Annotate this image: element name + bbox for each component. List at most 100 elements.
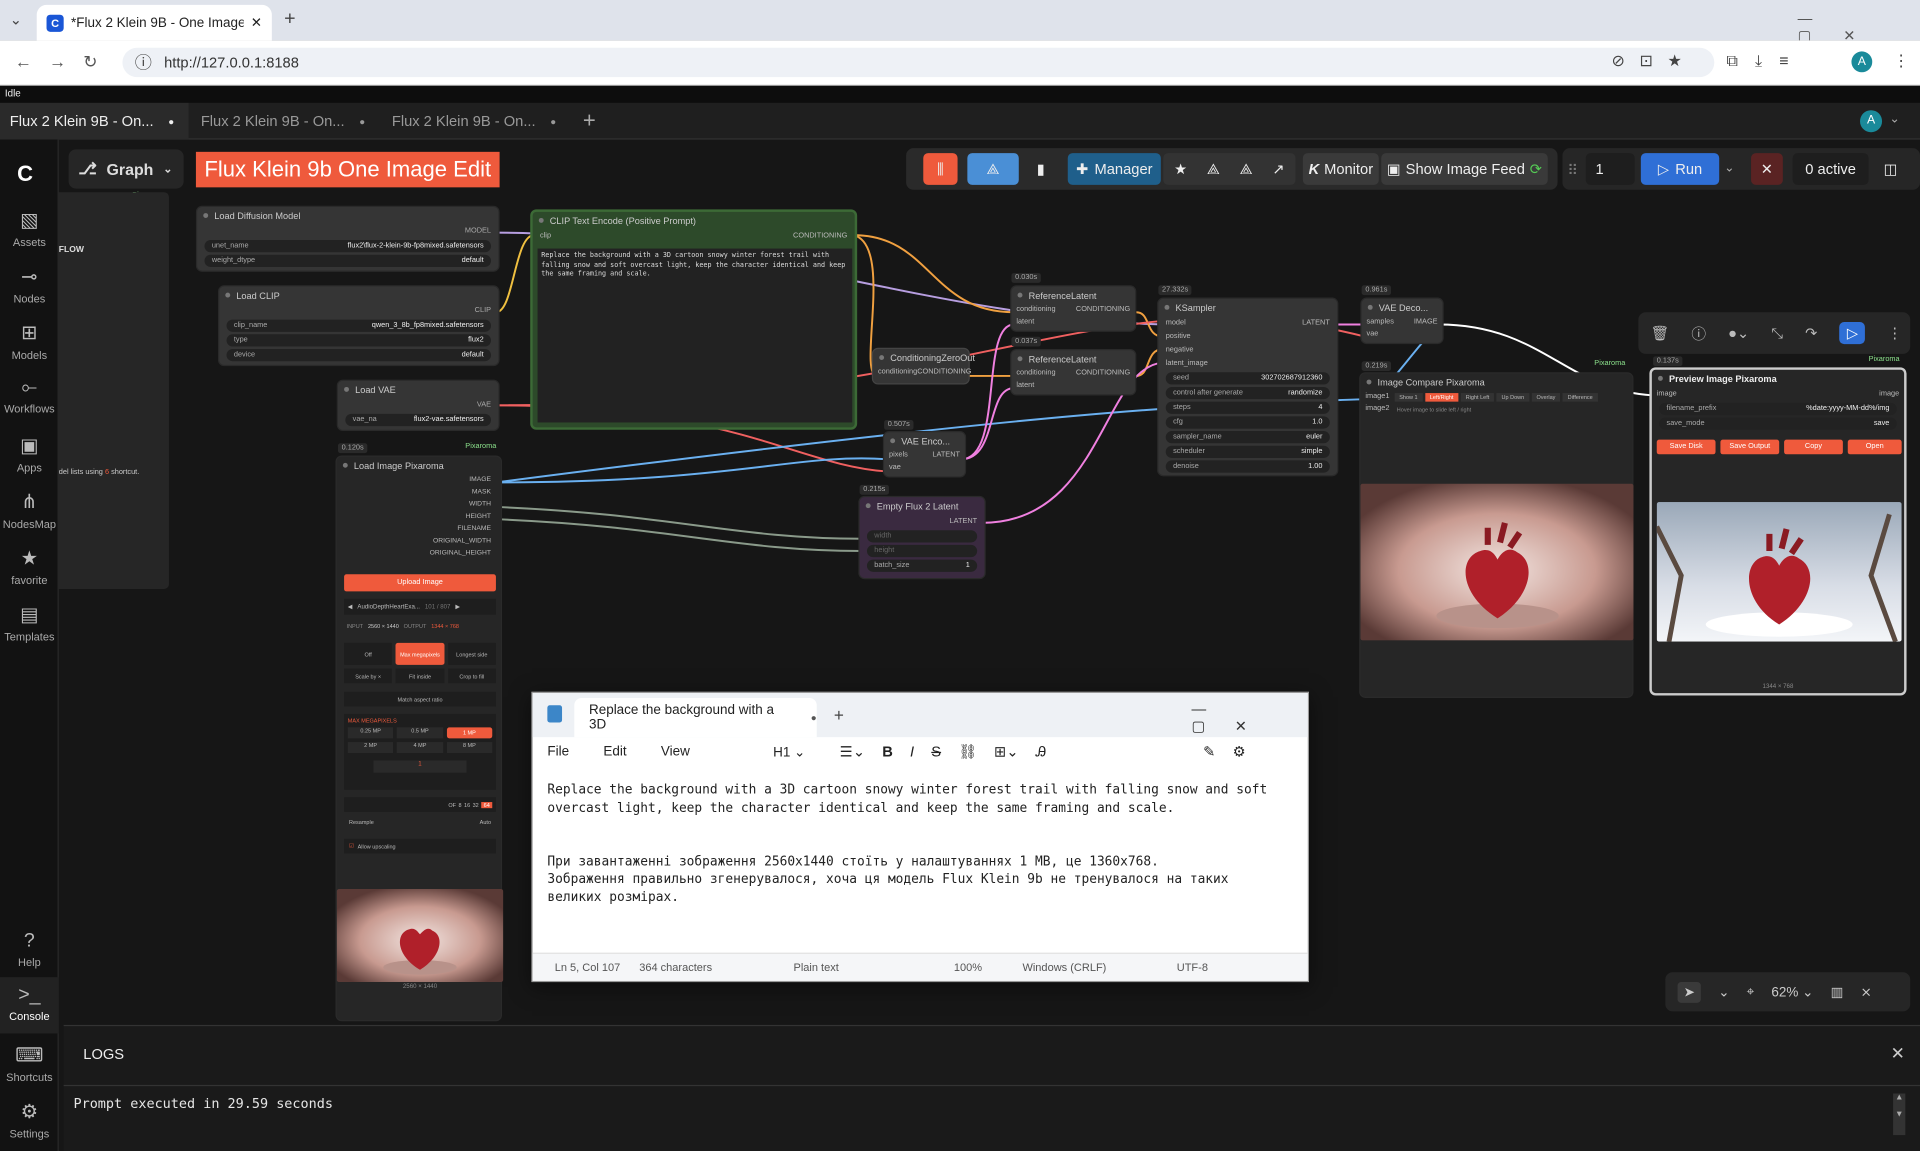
logs-scrollbar[interactable]: ▲ ▼ (1893, 1093, 1906, 1136)
copy-button[interactable]: Copy (1784, 439, 1843, 455)
notepad-icon (547, 705, 563, 723)
node-conditioning-zero-out[interactable]: ConditioningZeroOut conditioning CONDITIO… (871, 347, 975, 385)
node-empty-flux2-latent[interactable]: Empty Flux 2 Latent LATENT width height … (858, 495, 986, 580)
select-tool-icon[interactable]: ➤ (1677, 981, 1702, 1003)
node-clip-text-encode[interactable]: CLIP Text Encode (Positive Prompt) clip C… (530, 209, 858, 430)
node-load-image-pixaroma[interactable]: Load Image Pixaroma IMAGE MASK WIDTH HEIGHT… (335, 455, 504, 1022)
output-label: CONDITIONING (1075, 306, 1131, 314)
settings-icon[interactable]: ⚙ (1233, 743, 1246, 760)
menu-edit[interactable]: Edit (603, 744, 626, 759)
node-vae-encode[interactable]: VAE Enco... pixels LATENT vae (882, 431, 967, 478)
notepad-tab[interactable]: Replace the background with a 3D ● (574, 697, 817, 738)
compare-image[interactable] (1360, 483, 1634, 641)
scheduler-widget[interactable]: scheduler simple (1165, 445, 1330, 458)
sampler-name-widget[interactable]: sampler_name euler (1165, 431, 1330, 444)
node-vae-decode[interactable]: VAE Deco... samples IMAGE vae (1360, 297, 1444, 345)
zoom-level[interactable]: 62% ⌄ (1771, 984, 1813, 1000)
preview-image[interactable] (1656, 502, 1902, 642)
info-icon[interactable]: ⓘ (1691, 323, 1706, 344)
vae-name-widget[interactable]: vae_na flux2-vae.safetensors (345, 413, 492, 427)
time-badge: 0.507s (884, 420, 914, 430)
tool-dropdown-icon[interactable]: ⌄ (1718, 984, 1729, 1000)
megapixel-value-input[interactable]: 1 (373, 760, 467, 773)
link-icon[interactable]: ⛓ (958, 743, 977, 761)
node-load-vae[interactable]: Load VAE VAE vae_na flux2-vae.safetensors (336, 379, 500, 432)
upload-image-button[interactable]: Upload Image (344, 574, 496, 592)
match-aspect-button[interactable]: Match aspect ratio (344, 691, 496, 707)
strikethrough-icon[interactable]: S (931, 743, 941, 761)
input-label: clip (540, 232, 552, 241)
mode-crop-to-fill[interactable]: Crop to fill (447, 668, 496, 684)
prompt-textarea[interactable]: Replace the background with a 3D cartoon… (537, 248, 853, 423)
output-list: IMAGE MASK WIDTH HEIGHT FILENAME ORIGINAL_WID… (429, 476, 492, 558)
bold-icon[interactable]: B (882, 743, 893, 761)
clip-type-widget[interactable]: type flux2 (226, 334, 492, 347)
next-file-icon[interactable]: ▶ (455, 603, 460, 610)
mode-scale-by[interactable]: Scale by × (344, 668, 393, 684)
color-icon[interactable]: ●⌄ (1728, 324, 1749, 341)
control-after-generate-widget[interactable]: control after generate randomize (1165, 386, 1330, 400)
menu-view[interactable]: View (661, 744, 690, 759)
run-node-icon[interactable]: ▷ (1839, 322, 1866, 345)
more-icon[interactable]: ⋮ (1888, 324, 1903, 341)
height-widget[interactable]: height (866, 544, 978, 558)
filename-prefix-widget[interactable]: filename_prefix %date:yyyy-MM-dd%/img (1659, 402, 1897, 416)
width-widget[interactable]: width (866, 530, 978, 543)
allow-upscaling-checkbox[interactable]: ☑ Allow upscaling (344, 838, 496, 854)
minimap-icon[interactable]: ▥ (1831, 984, 1844, 1000)
multiple-of-selector[interactable]: OF 8 16 32 64 (344, 797, 496, 812)
cfg-widget[interactable]: cfg 1.0 (1165, 416, 1330, 429)
steps-widget[interactable]: steps 4 (1165, 401, 1330, 414)
image-link-1 (495, 457, 887, 484)
redo-icon[interactable]: ↷ (1805, 324, 1817, 341)
resample-widget[interactable]: Resample Auto (344, 819, 496, 831)
node-ksampler[interactable]: KSampler model LATENT positive negative l… (1157, 297, 1339, 477)
input-label: pixels (888, 451, 908, 460)
output-label: CONDITIONING (917, 368, 972, 376)
menu-file[interactable]: File (547, 744, 569, 759)
table-icon[interactable]: ⊞⌄ (994, 743, 1019, 761)
copilot-icon[interactable]: ✎ (1203, 743, 1215, 760)
output-label: CLIP (474, 307, 492, 315)
node-preview-image[interactable]: Preview Image Pixaroma image image filena… (1649, 367, 1907, 696)
node-reference-latent-2[interactable]: ReferenceLatent conditioning CONDITIONING… (1010, 348, 1137, 396)
save-output-button[interactable]: Save Output (1720, 439, 1780, 455)
new-note-tab-icon[interactable]: + (834, 705, 844, 725)
fit-view-icon[interactable]: ⌖ (1747, 984, 1755, 1000)
clip-name-widget[interactable]: clip_name qwen_3_8b_fp8mixed.safetensors (226, 319, 492, 332)
notepad-window-controls[interactable]: —▢✕ (1191, 700, 1307, 734)
denoise-widget[interactable]: denoise 1.00 (1165, 460, 1330, 473)
node-load-diffusion-model[interactable]: Load Diffusion Model MODEL unet_name flux… (195, 205, 500, 272)
trash-icon[interactable]: 🗑 (1651, 324, 1670, 341)
output-label: LATENT (932, 451, 961, 460)
save-mode-widget[interactable]: save_mode save (1659, 417, 1897, 430)
input-image[interactable] (336, 888, 504, 983)
batch-size-widget[interactable]: batch_size 1 (866, 559, 978, 572)
hide-links-icon[interactable]: ⨯ (1860, 984, 1871, 1000)
notepad-editor[interactable]: Replace the background with a 3D cartoon… (547, 781, 1296, 907)
mode-longest-side[interactable]: Longest side (447, 642, 496, 665)
seed-widget[interactable]: seed 302702687912360 (1165, 372, 1330, 385)
compare-mode-tabs[interactable]: Show 1 Left/Right Right Left Up Down Ove… (1394, 392, 1598, 402)
device-widget[interactable]: device default (226, 348, 492, 362)
clear-format-icon[interactable]: Ꭿ (1036, 743, 1047, 761)
list-icon[interactable]: ☰⌄ (840, 743, 865, 761)
prev-file-icon[interactable]: ◀ (348, 603, 353, 610)
collapse-icon[interactable]: ⤡ (1771, 324, 1783, 342)
node-load-clip[interactable]: Load CLIP CLIP clip_name qwen_3_8b_fp8mix… (217, 285, 500, 367)
heading-dropdown[interactable]: H1 ⌄ (773, 744, 805, 760)
node-reference-latent-1[interactable]: ReferenceLatent conditioning CONDITIONING… (1010, 285, 1137, 332)
italic-icon[interactable]: I (910, 743, 914, 761)
weight-dtype-widget[interactable]: weight_dtype default (204, 254, 492, 267)
mode-fit-inside[interactable]: Fit inside (395, 668, 445, 684)
node-image-compare[interactable]: Image Compare Pixaroma image1 Show 1 Lef… (1359, 372, 1634, 698)
save-disk-button[interactable]: Save Disk (1656, 439, 1716, 455)
unet-name-widget[interactable]: unet_name flux2\flux-2-klein-9b-fp8mixed.… (204, 240, 492, 253)
notepad-menubar: File Edit View H1 ⌄ ☰⌄ B I S ⛓ ⊞⌄ Ꭿ ✎ ⚙ (533, 737, 1308, 766)
mode-off[interactable]: Off (344, 642, 393, 665)
open-button[interactable]: Open (1847, 439, 1902, 455)
time-badge: 27.332s (1158, 285, 1192, 296)
close-logs-icon[interactable]: ✕ (1891, 1043, 1905, 1064)
file-selector[interactable]: ◀ AudioDepthHeartExa... 101 / 807 ▶ (344, 598, 496, 615)
mode-max-megapixels[interactable]: Max megapixels (395, 642, 445, 665)
